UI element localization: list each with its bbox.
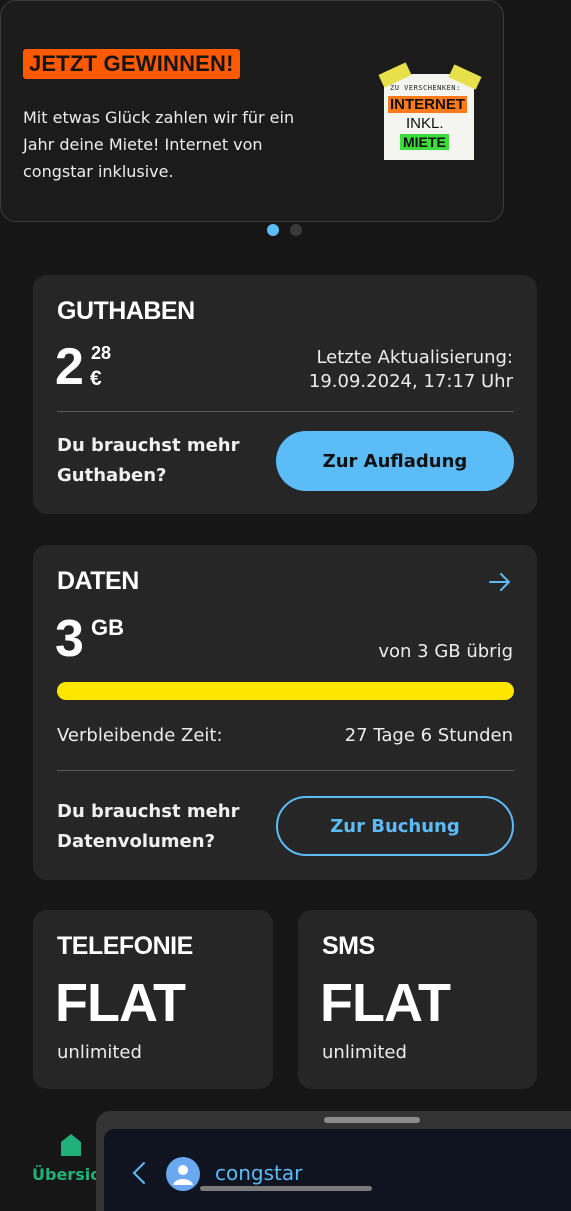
avatar-icon [166,1157,200,1191]
daten-amount: 3 [55,610,84,668]
arrow-right-icon[interactable] [488,572,512,592]
promo-text: Mit etwas Glück zahlen wir für ein Jahr … [23,108,295,181]
promo-image-line2: INTERNET [388,96,467,113]
floating-window-content: congstar [104,1129,571,1211]
telefonie-title: TELEFONIE [57,932,193,960]
promo-image: ZU VERSCHENKEN: INTERNET INKL. MIETE [378,62,482,160]
promo-image-line4: MIETE [400,134,449,150]
daten-card: DATEN 3 GB von 3 GB übrig Verbleibende Z… [33,545,537,880]
sms-card: SMS FLAT unlimited [298,910,537,1089]
promo-badge: JETZT GEWINNEN! [23,49,240,79]
data-progress-fill [57,682,514,700]
telefonie-card: TELEFONIE FLAT unlimited [33,910,273,1089]
time-label: Verbleibende Zeit: [57,725,223,746]
back-icon[interactable] [132,1161,146,1185]
guthaben-title: GUTHABEN [57,297,195,325]
guthaben-card: GUTHABEN 2 28 € Letzte Aktualisierung: 1… [33,275,537,514]
sms-sub: unlimited [322,1042,407,1063]
divider [57,411,514,412]
guthaben-cents: 28 [91,343,112,363]
telefonie-sub: unlimited [57,1042,142,1063]
daten-prompt-line1: Du brauchst mehr [57,801,240,822]
promo-image-line3: INKL. [406,115,444,132]
daten-unit: GB [91,615,124,640]
data-progress-bar [57,682,514,700]
promo-image-line1: ZU VERSCHENKEN: [390,84,461,92]
recharge-button[interactable]: Zur Aufladung [276,431,514,491]
carousel-indicator [267,221,308,240]
update-timestamp: 19.09.2024, 17:17 Uhr [308,371,513,392]
carousel-dot[interactable] [290,224,303,236]
sms-value: FLAT [320,973,451,1033]
guthaben-prompt: Du brauchst mehr Guthaben? [57,431,239,491]
gesture-bar [200,1186,372,1191]
daten-prompt: Du brauchst mehr Datenvolumen? [57,797,239,857]
guthaben-prompt-line2: Guthaben? [57,465,167,486]
divider [57,770,514,771]
home-icon[interactable] [60,1133,82,1157]
time-value: 27 Tage 6 Stunden [344,725,513,746]
guthaben-amount: 2 [55,338,84,396]
guthaben-currency: € [90,367,102,390]
sms-title: SMS [322,932,375,960]
telefonie-value: FLAT [55,973,186,1033]
overlay-app-name: congstar [215,1161,303,1185]
floating-window[interactable]: congstar [96,1111,571,1211]
daten-prompt-line2: Datenvolumen? [57,831,216,852]
booking-button[interactable]: Zur Buchung [276,796,514,856]
daten-remaining: von 3 GB übrig [378,641,513,662]
guthaben-prompt-line1: Du brauchst mehr [57,435,240,456]
nav-home-label[interactable]: Übersic [32,1165,100,1184]
daten-title: DATEN [57,567,139,595]
promo-card[interactable]: JETZT GEWINNEN! Mit etwas Glück zahlen w… [0,0,504,222]
carousel-dot-active[interactable] [267,224,279,236]
window-handle[interactable] [324,1117,420,1123]
update-label: Letzte Aktualisierung: [316,347,513,368]
